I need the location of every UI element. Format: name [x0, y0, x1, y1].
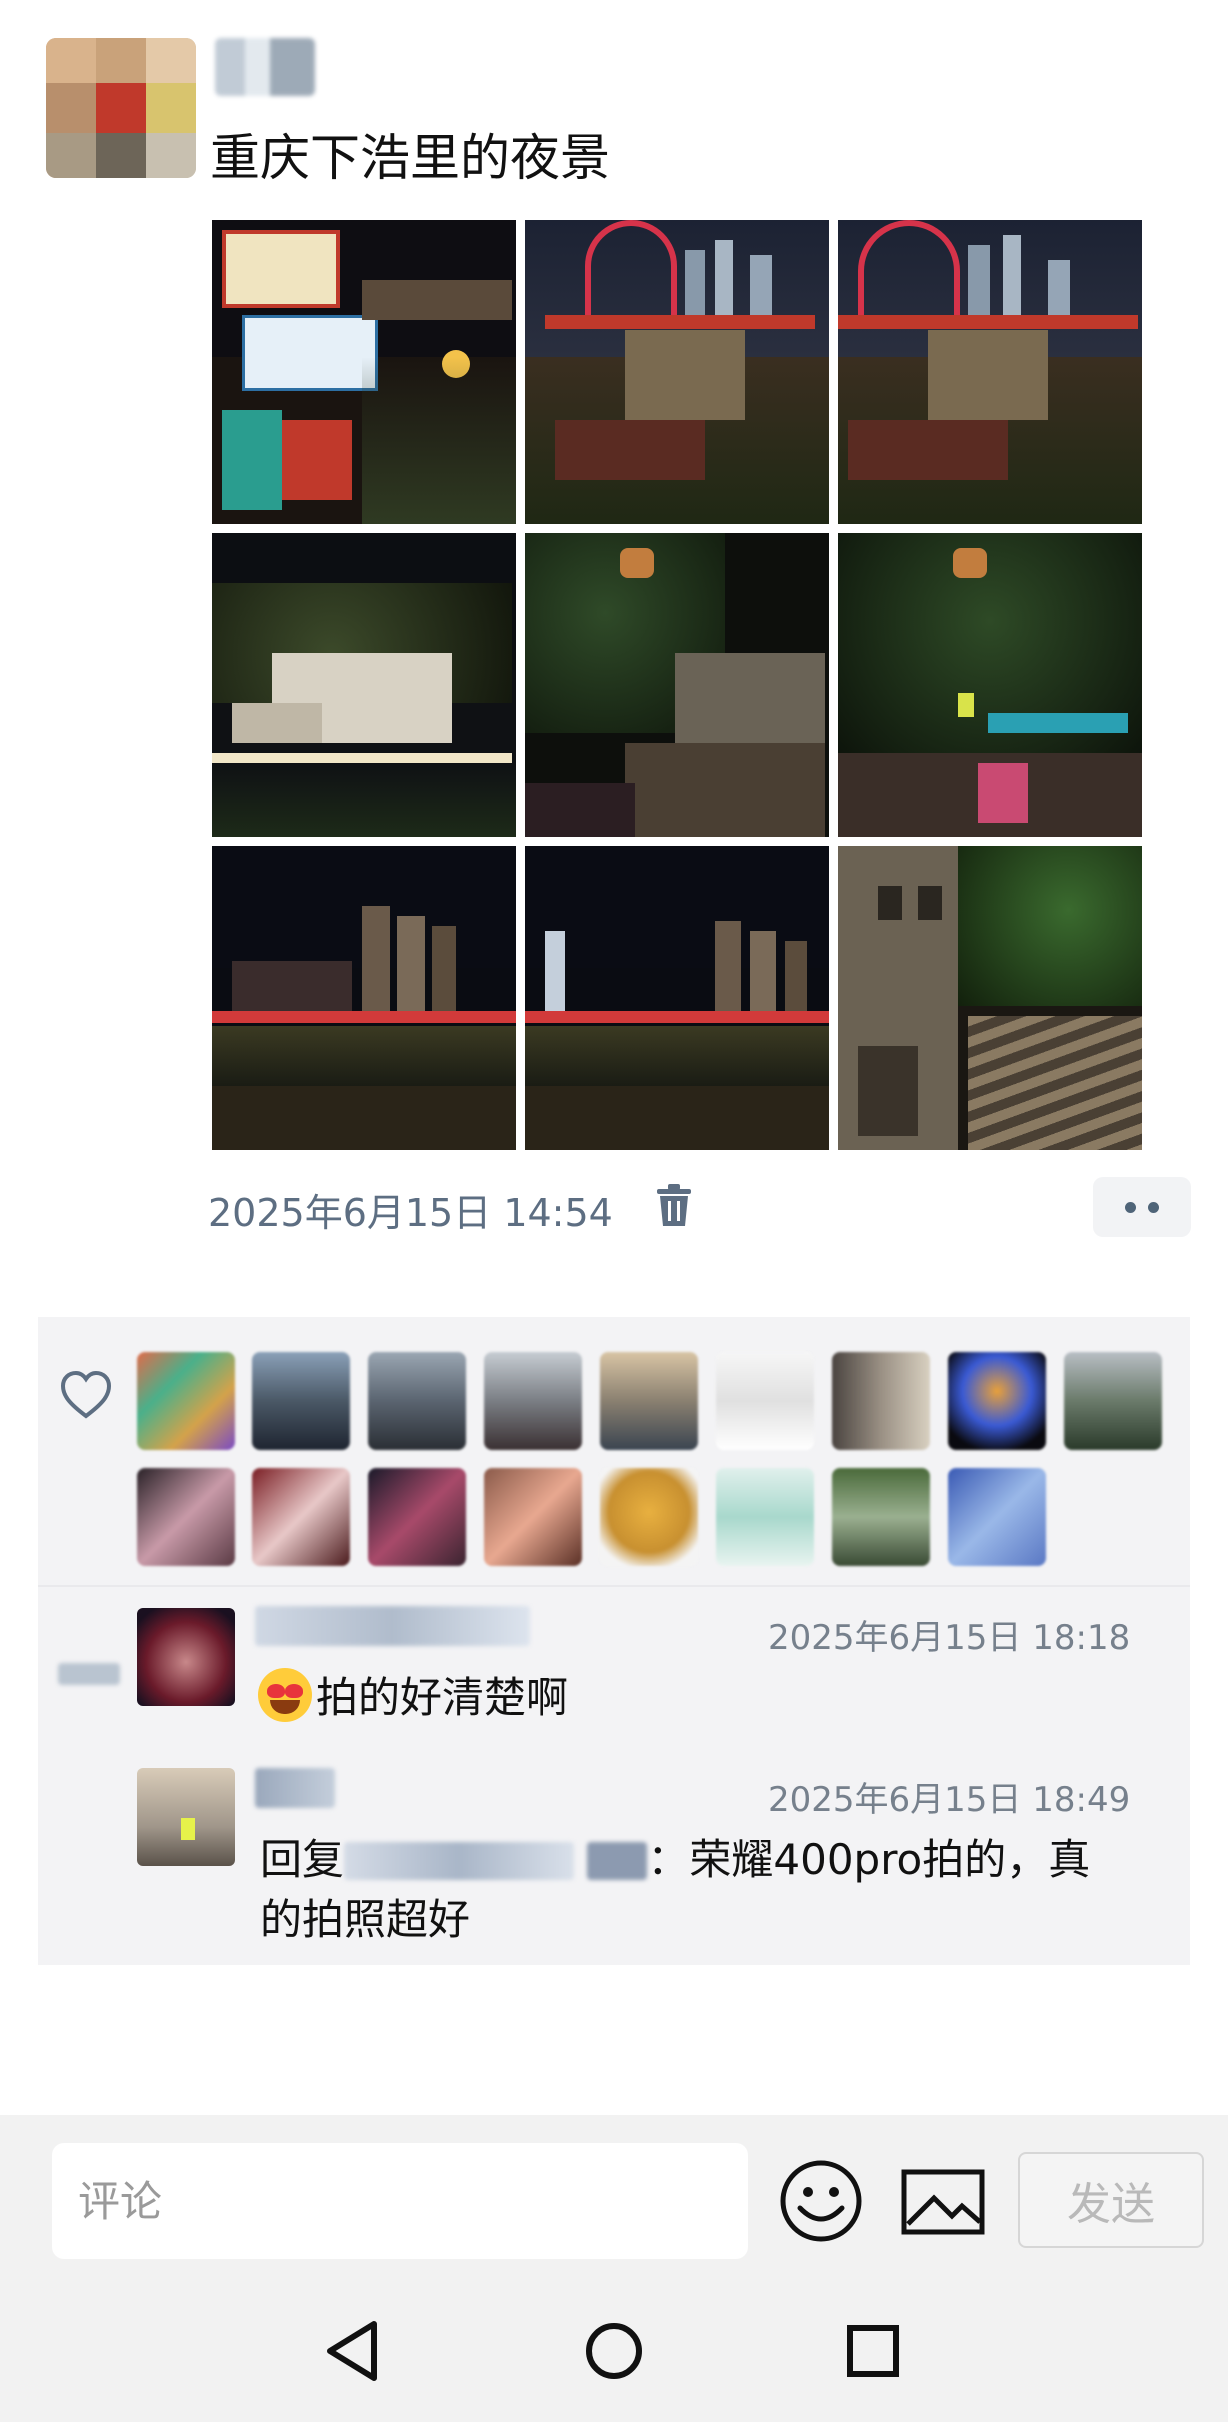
liker-avatar[interactable] [368, 1352, 466, 1450]
comment-text: 拍的好清楚啊 [316, 1673, 569, 1722]
photo-thumbnail-6[interactable] [838, 533, 1142, 837]
liker-avatar[interactable] [948, 1468, 1046, 1566]
liker-avatar[interactable] [1064, 1352, 1162, 1450]
comment-body: 回复 ：荣耀400pro拍的，真 的拍照超好 [260, 1830, 1160, 1950]
likes-divider [38, 1585, 1190, 1587]
emoji-picker-icon[interactable] [778, 2158, 864, 2244]
commenter-avatar[interactable] [137, 1768, 235, 1866]
reply-target-name-blurred[interactable] [587, 1842, 648, 1880]
reply-prefix: 回复 [260, 1835, 345, 1884]
post-timestamp: 2025年6月15日 14:54 [208, 1191, 613, 1235]
reply-target-name-blurred[interactable] [344, 1842, 575, 1880]
comment-text-line1: ：荣耀400pro拍的，真 [647, 1835, 1091, 1884]
commenter-name-blurred[interactable] [255, 1768, 335, 1808]
liker-avatar[interactable] [948, 1352, 1046, 1450]
photo-thumbnail-8[interactable] [525, 846, 829, 1150]
liker-avatar[interactable] [252, 1468, 350, 1566]
image-picker-icon[interactable] [900, 2162, 986, 2242]
recent-apps-square-icon[interactable] [846, 2324, 900, 2378]
comment-text-line2: 的拍照超好 [260, 1895, 471, 1944]
heart-eyes-emoji-icon [258, 1668, 312, 1722]
photo-thumbnail-7[interactable] [212, 846, 516, 1150]
liker-avatar[interactable] [137, 1352, 235, 1450]
photo-thumbnail-9[interactable] [838, 846, 1142, 1150]
photo-thumbnail-5[interactable] [525, 533, 829, 837]
liker-avatar[interactable] [252, 1352, 350, 1450]
photo-thumbnail-1[interactable] [212, 220, 516, 524]
liker-avatar[interactable] [716, 1468, 814, 1566]
comment-body: 拍的好清楚啊 [258, 1668, 568, 1728]
comment-indicator-blurred [58, 1663, 120, 1685]
photo-thumbnail-3[interactable] [838, 220, 1142, 524]
post-text: 重庆下浩里的夜景 [210, 129, 610, 187]
liker-avatar[interactable] [832, 1468, 930, 1566]
photo-thumbnail-4[interactable] [212, 533, 516, 837]
comment-timestamp: 2025年6月15日 18:49 [768, 1780, 1131, 1820]
dot-icon [1125, 1202, 1136, 1213]
home-circle-icon[interactable] [585, 2322, 643, 2380]
liker-avatar[interactable] [484, 1468, 582, 1566]
more-options-button[interactable] [1093, 1177, 1191, 1237]
poster-name-blurred[interactable] [215, 38, 315, 96]
heart-icon [60, 1370, 112, 1419]
liker-avatar[interactable] [484, 1352, 582, 1450]
dot-icon [1148, 1202, 1159, 1213]
photo-thumbnail-2[interactable] [525, 220, 829, 524]
back-triangle-icon[interactable] [322, 2318, 382, 2384]
liker-avatar[interactable] [368, 1468, 466, 1566]
comment-timestamp: 2025年6月15日 18:18 [768, 1618, 1131, 1658]
commenter-name-blurred[interactable] [255, 1606, 530, 1646]
comment-input[interactable] [52, 2143, 748, 2259]
commenter-avatar[interactable] [137, 1608, 235, 1706]
liker-avatar[interactable] [716, 1352, 814, 1450]
liker-avatar[interactable] [832, 1352, 930, 1450]
poster-avatar[interactable] [46, 38, 196, 178]
liker-avatar[interactable] [137, 1468, 235, 1566]
liker-avatar[interactable] [600, 1352, 698, 1450]
send-button[interactable]: 发送 [1018, 2152, 1204, 2248]
liker-avatar[interactable] [600, 1468, 698, 1566]
photo-grid [212, 220, 1142, 1150]
trash-icon[interactable] [655, 1184, 693, 1228]
